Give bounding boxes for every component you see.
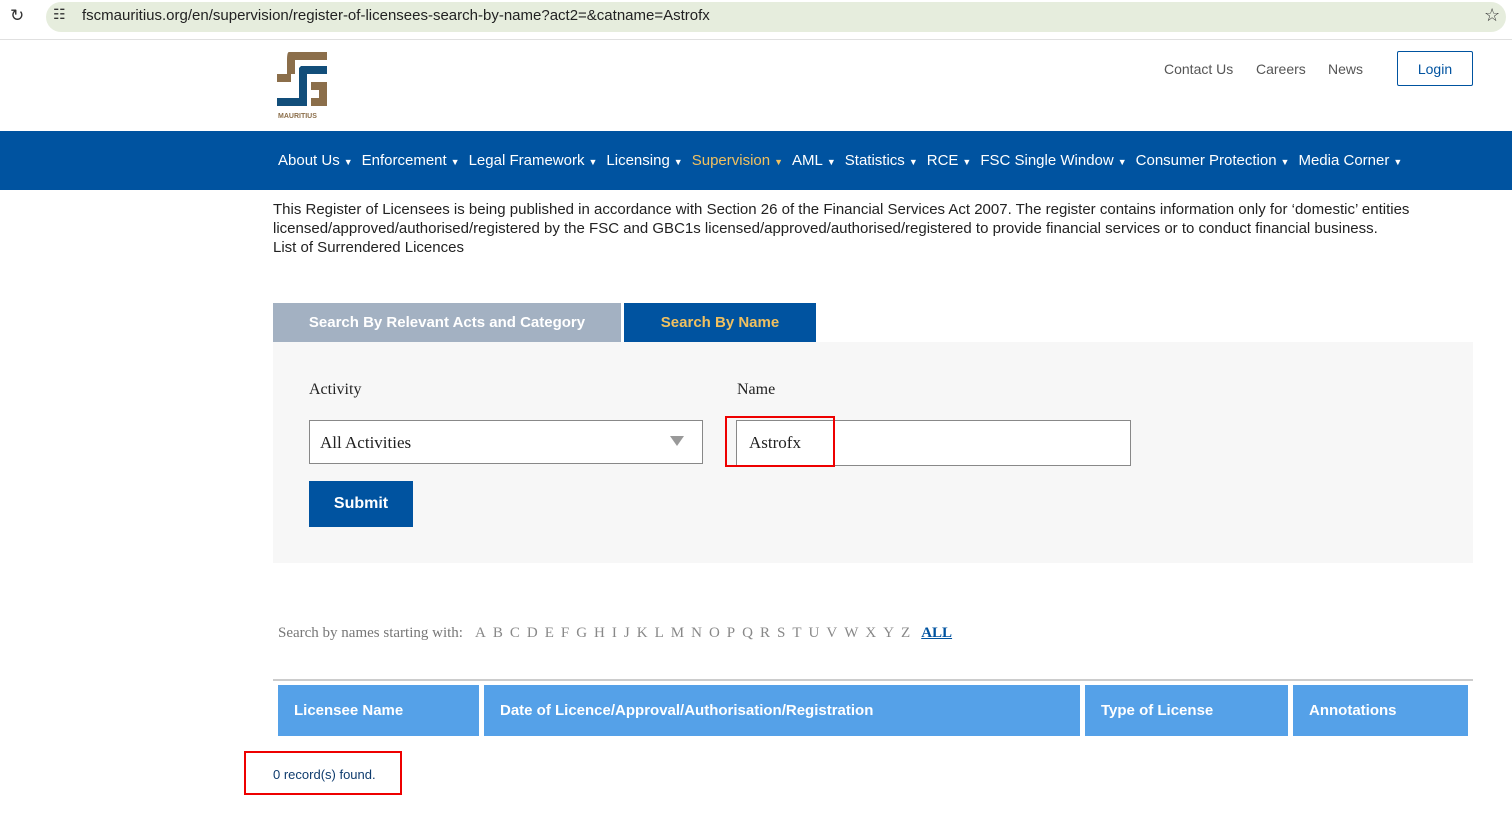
header-date[interactable]: Date of Licence/Approval/Authorisation/R… <box>484 685 1080 736</box>
nav-item-licensing[interactable]: Licensing ▼ <box>606 152 682 169</box>
reload-icon[interactable]: ↻ <box>10 6 24 26</box>
url-text[interactable]: fscmauritius.org/en/supervision/register… <box>82 7 710 24</box>
nav-item-label: Enforcement <box>361 152 447 169</box>
letter-link-k[interactable]: K <box>637 625 648 642</box>
alphabet-label: Search by names starting with: <box>278 625 463 641</box>
nav-list: About Us ▼ Enforcement ▼ Legal Framework ▼ Lic… <box>278 152 1402 169</box>
nav-item-about-us[interactable]: About Us ▼ <box>278 152 353 169</box>
letter-link-n[interactable]: N <box>691 625 702 642</box>
caret-down-icon: ▼ <box>1393 157 1403 167</box>
site-info-icon[interactable]: ☷ <box>53 6 66 23</box>
highlight-box <box>725 416 835 467</box>
letter-link-g[interactable]: G <box>576 625 587 642</box>
nav-item-label: AML <box>792 152 823 169</box>
nav-item-rce[interactable]: RCE ▼ <box>927 152 972 169</box>
letter-link-a[interactable]: A <box>475 625 486 642</box>
letter-link-q[interactable]: Q <box>742 625 753 642</box>
nav-item-label: Consumer Protection <box>1135 152 1277 169</box>
nav-item-supervision[interactable]: Supervision ▼ <box>692 152 783 169</box>
caret-down-icon: ▼ <box>908 157 918 167</box>
caret-down-icon: ▼ <box>673 157 683 167</box>
careers-link[interactable]: Careers <box>1256 61 1306 77</box>
nav-item-label: About Us <box>278 152 340 169</box>
letter-link-z[interactable]: Z <box>901 625 910 642</box>
nav-item-label: RCE <box>926 152 959 169</box>
intro-text: This Register of Licensees is being publ… <box>273 201 1410 237</box>
nav-item-legal-framework[interactable]: Legal Framework ▼ <box>469 152 598 169</box>
caret-down-icon: ▼ <box>774 157 784 167</box>
nav-item-label: FSC Single Window <box>980 152 1114 169</box>
letter-link-all[interactable]: ALL <box>921 625 952 642</box>
letter-link-o[interactable]: O <box>709 625 720 642</box>
letter-link-p[interactable]: P <box>727 625 735 642</box>
caret-down-icon: ▼ <box>588 157 598 167</box>
intro: This Register of Licensees is being publ… <box>273 200 1473 257</box>
letter-link-u[interactable]: U <box>809 625 820 642</box>
caret-down-icon: ▼ <box>450 157 460 167</box>
svg-text:MAURITIUS: MAURITIUS <box>278 113 317 120</box>
activity-select[interactable]: All Activities <box>309 420 703 464</box>
nav-item-statistics[interactable]: Statistics ▼ <box>845 152 918 169</box>
nav-item-label: Licensing <box>606 152 670 169</box>
tab-search-by-category[interactable]: Search By Relevant Acts and Category <box>273 303 621 342</box>
alphabet-filter: Search by names starting with: ABCDEFGHI… <box>278 625 952 642</box>
caret-down-icon: ▼ <box>1280 157 1290 167</box>
news-link[interactable]: News <box>1328 61 1363 77</box>
nav-item-aml[interactable]: AML ▼ <box>792 152 836 169</box>
login-button[interactable]: Login <box>1397 51 1473 86</box>
caret-down-icon: ▼ <box>343 157 353 167</box>
letter-link-y[interactable]: Y <box>883 625 894 642</box>
letter-link-x[interactable]: X <box>865 625 876 642</box>
nav-item-label: Statistics <box>844 152 905 169</box>
letter-link-r[interactable]: R <box>760 625 770 642</box>
header-type[interactable]: Type of License <box>1085 685 1288 736</box>
letter-link-w[interactable]: W <box>844 625 858 642</box>
nav-item-consumer-protection[interactable]: Consumer Protection ▼ <box>1136 152 1290 169</box>
contact-us-link[interactable]: Contact Us <box>1164 61 1233 77</box>
letter-link-m[interactable]: M <box>671 625 684 642</box>
caret-down-icon: ▼ <box>1117 157 1127 167</box>
letter-link-j[interactable]: J <box>624 625 630 642</box>
nav-item-media-corner[interactable]: Media Corner ▼ <box>1298 152 1402 169</box>
logo-icon: MAURITIUS <box>277 52 327 120</box>
nav-item-label: Legal Framework <box>468 152 585 169</box>
submit-button[interactable]: Submit <box>309 481 413 527</box>
letter-link-c[interactable]: C <box>510 625 520 642</box>
star-icon[interactable]: ☆ <box>1484 5 1500 26</box>
header-annotations[interactable]: Annotations <box>1293 685 1468 736</box>
activity-label: Activity <box>309 381 362 398</box>
caret-down-icon: ▼ <box>962 157 972 167</box>
caret-down-icon: ▼ <box>826 157 836 167</box>
letter-link-f[interactable]: F <box>561 625 569 642</box>
letter-link-h[interactable]: H <box>594 625 605 642</box>
nav-item-label: Media Corner <box>1298 152 1390 169</box>
letter-link-d[interactable]: D <box>527 625 538 642</box>
fsc-logo[interactable]: MAURITIUS <box>277 52 329 125</box>
nav-item-enforcement[interactable]: Enforcement ▼ <box>362 152 460 169</box>
nav-item-label: Supervision <box>691 152 771 169</box>
letter-link-e[interactable]: E <box>545 625 554 642</box>
chevron-down-icon <box>670 436 684 446</box>
name-label: Name <box>737 381 776 398</box>
tab-search-by-name[interactable]: Search By Name <box>624 303 816 342</box>
divider <box>273 679 1473 681</box>
letter-link-l[interactable]: L <box>655 625 664 642</box>
highlight-box <box>244 751 402 795</box>
surrendered-licences-link[interactable]: List of Surrendered Licences <box>273 238 1473 257</box>
letter-link-i[interactable]: I <box>612 625 617 642</box>
nav-item-fsc-single-window[interactable]: FSC Single Window ▼ <box>980 152 1126 169</box>
letter-link-t[interactable]: T <box>792 625 801 642</box>
letter-link-b[interactable]: B <box>493 625 503 642</box>
header-licensee-name[interactable]: Licensee Name <box>278 685 479 736</box>
letter-link-v[interactable]: V <box>826 625 837 642</box>
letter-link-s[interactable]: S <box>777 625 785 642</box>
